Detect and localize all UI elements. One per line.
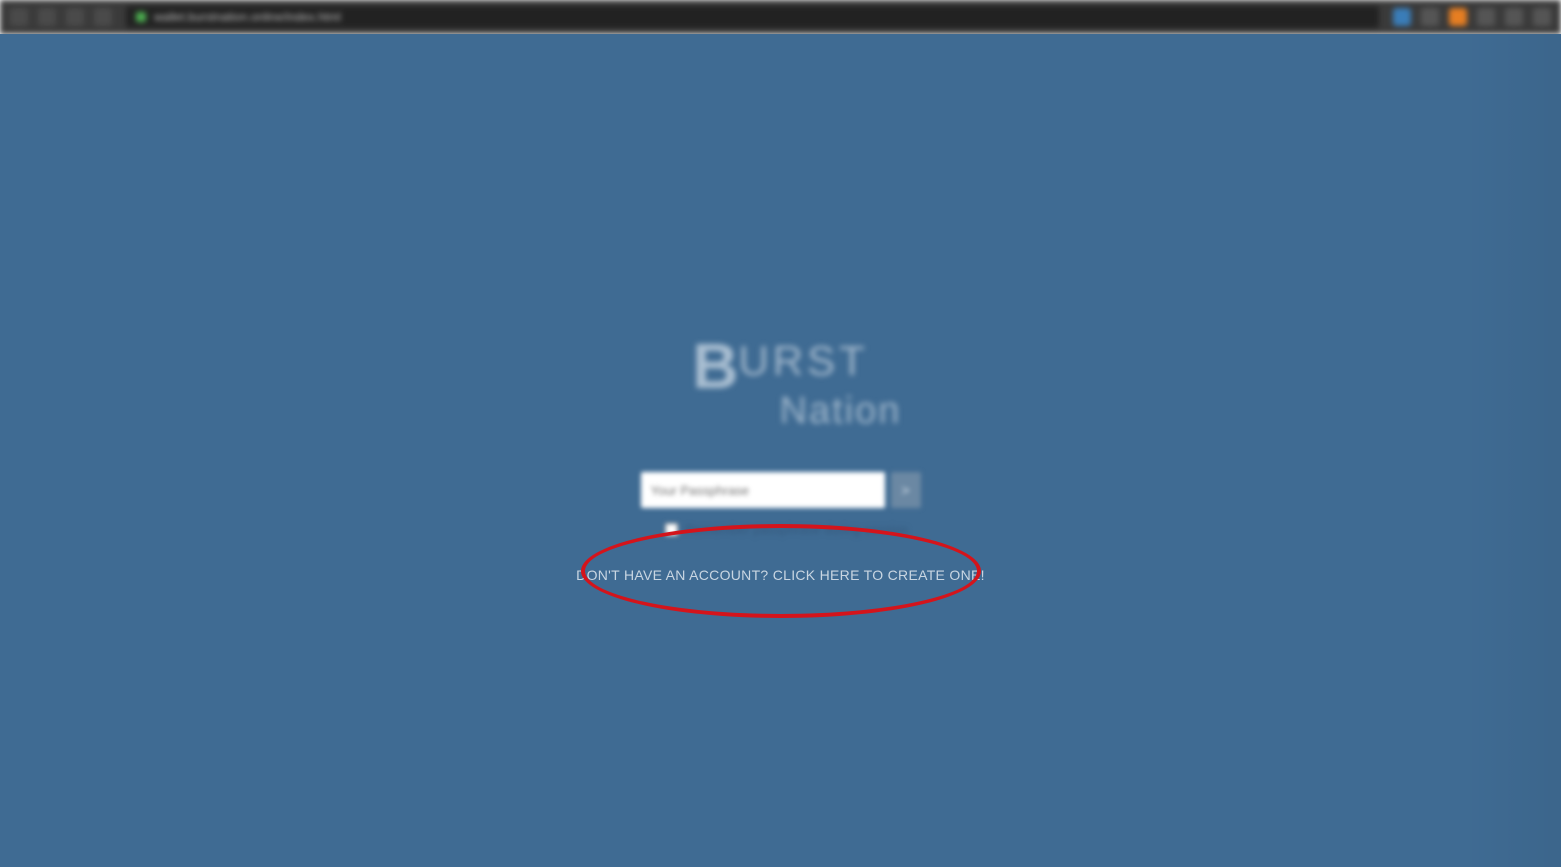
- browser-chrome: wallet.burstnation.online/index.html: [0, 0, 1561, 34]
- logo-letter-b: B: [692, 334, 738, 398]
- login-go-button[interactable]: >: [891, 472, 921, 508]
- back-button[interactable]: [10, 8, 28, 26]
- lock-icon: [136, 12, 146, 22]
- create-account-link[interactable]: DON'T HAVE AN ACCOUNT? CLICK HERE TO CRE…: [576, 567, 985, 583]
- extension-icon[interactable]: [1393, 8, 1411, 26]
- page-body: B URST Nation > Remember passphrase duri…: [0, 34, 1561, 867]
- logo-text-nation: Nation: [780, 392, 902, 430]
- logo-text-urst: URST: [738, 334, 868, 382]
- extension-group: [1393, 8, 1551, 26]
- passphrase-row: >: [641, 472, 921, 508]
- extension-icon[interactable]: [1449, 8, 1467, 26]
- brand-logo: B URST Nation: [660, 334, 902, 430]
- nav-button-group: [10, 8, 112, 26]
- passphrase-input[interactable]: [641, 472, 885, 508]
- chevron-right-icon: >: [901, 482, 909, 498]
- remember-passphrase-row[interactable]: Remember passphrase during session: [641, 522, 921, 537]
- extension-icon[interactable]: [1477, 8, 1495, 26]
- reload-button[interactable]: [66, 8, 84, 26]
- remember-checkbox[interactable]: [665, 523, 678, 536]
- forward-button[interactable]: [38, 8, 56, 26]
- address-bar[interactable]: wallet.burstnation.online/index.html: [126, 6, 1379, 28]
- extension-icon[interactable]: [1421, 8, 1439, 26]
- address-text: wallet.burstnation.online/index.html: [154, 10, 341, 24]
- login-panel: B URST Nation > Remember passphrase duri…: [501, 334, 1061, 583]
- menu-button[interactable]: [1533, 8, 1551, 26]
- home-button[interactable]: [94, 8, 112, 26]
- remember-label: Remember passphrase during session: [686, 522, 909, 537]
- extension-icon[interactable]: [1505, 8, 1523, 26]
